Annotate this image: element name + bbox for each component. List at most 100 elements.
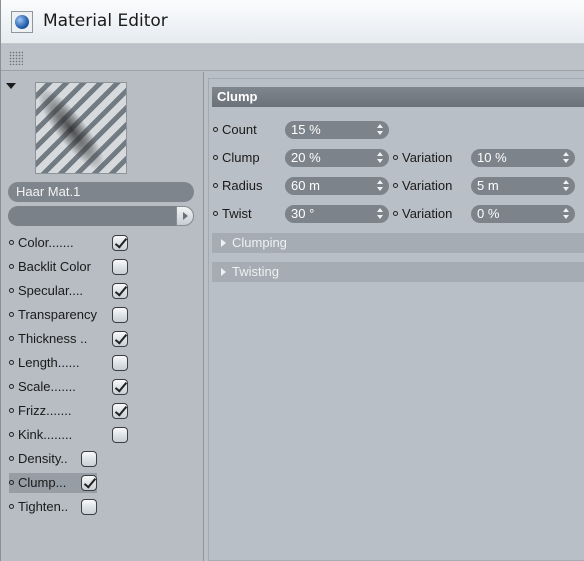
animate-dot-icon[interactable] [213,155,218,160]
slider-arrow-button[interactable] [176,206,194,226]
twist-variation-label-text: Variation [402,206,453,221]
animate-dot-icon[interactable] [9,288,14,293]
animate-dot-icon[interactable] [9,240,14,245]
channel-kink[interactable]: Kink........ [1,423,203,447]
twist-field[interactable]: 30 ° [285,205,389,223]
channel-label-text: Kink........ [18,427,73,442]
channel-checkbox[interactable] [112,283,128,299]
spinner-icon[interactable] [377,208,383,220]
channel-checkbox[interactable] [112,307,128,323]
clump-field[interactable]: 20 % [285,149,389,167]
twist-variation-value: 0 % [477,206,500,221]
channel-checkbox[interactable] [112,331,128,347]
twist-label-text: Twist [222,206,252,221]
spinner-icon[interactable] [563,208,569,220]
title-bar[interactable]: Material Editor [1,0,584,44]
channel-thickness[interactable]: Thickness .. [1,327,203,351]
spinner-icon[interactable] [377,180,383,192]
animate-dot-icon[interactable] [9,264,14,269]
channel-label[interactable]: Frizz....... [9,401,73,421]
channel-length[interactable]: Length...... [1,351,203,375]
channel-label[interactable]: Thickness .. [9,329,89,349]
count-label[interactable]: Count [213,120,257,140]
channel-scale[interactable]: Scale....... [1,375,203,399]
radius-row: Radius 60 m Variation 5 m [213,176,583,196]
spinner-icon[interactable] [563,152,569,164]
animate-dot-icon[interactable] [393,183,398,188]
radius-label-text: Radius [222,178,263,193]
animate-dot-icon[interactable] [9,360,14,365]
animate-dot-icon[interactable] [9,480,14,485]
channel-label[interactable]: Color....... [9,233,76,253]
animate-dot-icon[interactable] [213,183,218,188]
channel-label[interactable]: Scale....... [9,377,78,397]
spinner-icon[interactable] [377,152,383,164]
channel-label[interactable]: Specular.... [9,281,85,301]
animate-dot-icon[interactable] [213,127,218,132]
animate-dot-icon[interactable] [9,384,14,389]
channel-color[interactable]: Color....... [1,231,203,255]
radius-variation-label[interactable]: Variation [393,176,452,196]
channel-checkbox[interactable] [81,475,97,491]
channel-label[interactable]: Tighten.. [9,497,70,517]
animate-dot-icon[interactable] [9,312,14,317]
channel-label[interactable]: Length...... [9,353,81,373]
channel-label-text: Transparency [18,307,97,322]
animate-dot-icon[interactable] [9,504,14,509]
radius-label[interactable]: Radius [213,176,262,196]
spinner-icon[interactable] [563,180,569,192]
channel-specular[interactable]: Specular.... [1,279,203,303]
collapse-arrow-icon[interactable] [6,83,16,89]
clump-label[interactable]: Clump [213,148,260,168]
channel-checkbox[interactable] [81,451,97,467]
channel-checkbox[interactable] [112,427,128,443]
channel-label[interactable]: Kink........ [9,425,74,445]
clump-variation-field[interactable]: 10 % [471,149,575,167]
channel-list: Color....... Backlit Color Specular.... … [1,231,203,519]
channel-tighten[interactable]: Tighten.. [1,495,203,519]
twist-label[interactable]: Twist [213,204,252,224]
twist-variation-field[interactable]: 0 % [471,205,575,223]
toolbar [1,45,584,71]
group-clumping-label: Clumping [232,235,287,250]
clump-variation-label[interactable]: Variation [393,148,452,168]
count-field[interactable]: 15 % [285,121,389,139]
channel-label-text: Frizz....... [18,403,72,418]
material-preview[interactable] [35,82,127,174]
channel-checkbox[interactable] [112,379,128,395]
spinner-icon[interactable] [377,124,383,136]
channel-clump[interactable]: Clump... [1,471,203,495]
toolbar-grip-icon[interactable] [9,51,23,65]
animate-dot-icon[interactable] [9,408,14,413]
channel-checkbox[interactable] [81,499,97,515]
channel-transparency[interactable]: Transparency [1,303,203,327]
channel-checkbox[interactable] [112,403,128,419]
material-name-field[interactable]: Haar Mat.1 [8,182,194,202]
channel-label[interactable]: Backlit Color [9,257,93,277]
twist-variation-label[interactable]: Variation [393,204,452,224]
channel-label[interactable]: Transparency [9,305,99,325]
material-sphere-icon [11,11,33,33]
group-clumping[interactable]: Clumping [212,233,584,253]
clump-value: 20 % [291,150,321,165]
channel-backlit-color[interactable]: Backlit Color [1,255,203,279]
radius-variation-label-text: Variation [402,178,453,193]
channel-density[interactable]: Density.. [1,447,203,471]
channel-checkbox[interactable] [112,355,128,371]
channel-frizz[interactable]: Frizz....... [1,399,203,423]
section-header[interactable]: Clump [212,87,584,107]
preview-slider[interactable] [8,206,194,226]
animate-dot-icon[interactable] [213,211,218,216]
animate-dot-icon[interactable] [393,155,398,160]
radius-variation-field[interactable]: 5 m [471,177,575,195]
channel-checkbox[interactable] [112,235,128,251]
animate-dot-icon[interactable] [9,432,14,437]
group-twisting[interactable]: Twisting [212,262,584,282]
animate-dot-icon[interactable] [9,456,14,461]
channel-checkbox[interactable] [112,259,128,275]
animate-dot-icon[interactable] [9,336,14,341]
radius-field[interactable]: 60 m [285,177,389,195]
channel-label[interactable]: Density.. [9,449,70,469]
animate-dot-icon[interactable] [393,211,398,216]
clump-variation-value: 10 % [477,150,507,165]
